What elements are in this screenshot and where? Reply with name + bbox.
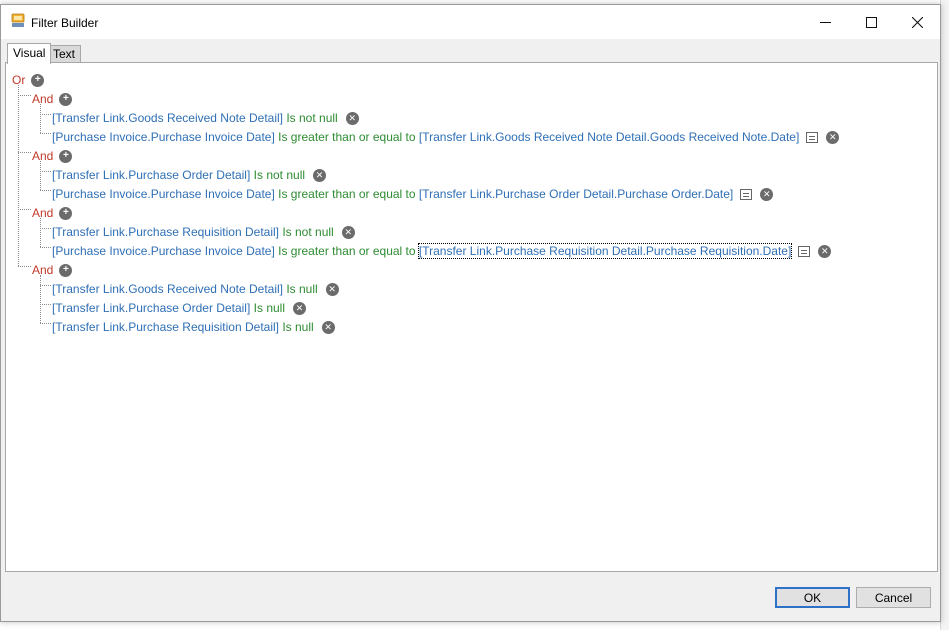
x-circle-icon[interactable]: ✕	[293, 301, 307, 315]
tree-line	[40, 304, 51, 305]
group-node: And +	[32, 205, 73, 221]
condition-operator[interactable]: Is null	[254, 301, 285, 315]
root-group-node: Or +	[12, 72, 45, 88]
group-operator-or[interactable]: Or	[12, 73, 25, 87]
close-icon	[911, 16, 923, 28]
value-editor-icon[interactable]	[740, 188, 753, 200]
plus-circle-icon[interactable]: +	[59, 92, 73, 106]
group-node: And +	[32, 91, 73, 107]
condition-node: [Transfer Link.Purchase Order Detail] Is…	[52, 300, 307, 316]
condition-operator[interactable]: Is greater than or equal to	[278, 130, 415, 144]
tree-line	[18, 85, 19, 266]
condition-node: [Transfer Link.Goods Received Note Detai…	[52, 281, 339, 297]
tree-line	[40, 218, 41, 247]
value-editor-icon[interactable]	[798, 245, 811, 257]
condition-field[interactable]: [Transfer Link.Goods Received Note Detai…	[52, 111, 283, 125]
x-circle-icon[interactable]: ✕	[826, 130, 840, 144]
condition-operator[interactable]: Is null	[282, 320, 313, 334]
condition-operator[interactable]: Is not null	[286, 111, 337, 125]
filter-builder-dialog: Filter Builder Visual Text Or + And + [T…	[0, 4, 941, 622]
title-bar: Filter Builder	[1, 5, 940, 39]
close-button[interactable]	[894, 5, 940, 39]
x-circle-icon[interactable]: ✕	[760, 187, 774, 201]
tree-line	[18, 266, 31, 267]
condition-field[interactable]: [Transfer Link.Purchase Order Detail]	[52, 168, 250, 182]
tree-line	[40, 114, 51, 115]
tree-line	[18, 95, 31, 96]
window-title: Filter Builder	[31, 16, 99, 30]
condition-operator[interactable]: Is greater than or equal to	[278, 187, 415, 201]
tree-line	[40, 161, 41, 190]
x-circle-icon[interactable]: ✕	[341, 225, 355, 239]
condition-operator[interactable]: Is null	[286, 282, 317, 296]
condition-operator[interactable]: Is not null	[254, 168, 305, 182]
tree-line	[40, 133, 51, 134]
value-editor-icon[interactable]	[806, 131, 819, 143]
condition-value[interactable]: [Transfer Link.Purchase Requisition Deta…	[417, 243, 793, 259]
condition-operator[interactable]: Is not null	[282, 225, 333, 239]
group-operator-and[interactable]: And	[32, 263, 53, 277]
condition-field[interactable]: [Transfer Link.Purchase Order Detail]	[52, 301, 250, 315]
tree-line	[40, 247, 51, 248]
condition-field[interactable]: [Transfer Link.Goods Received Note Detai…	[52, 282, 283, 296]
maximize-icon	[865, 16, 877, 28]
x-circle-icon[interactable]: ✕	[818, 244, 832, 258]
condition-node: [Purchase Invoice.Purchase Invoice Date]…	[52, 243, 832, 259]
cancel-button[interactable]: Cancel	[856, 587, 931, 608]
tree-line	[18, 152, 31, 153]
condition-operator[interactable]: Is greater than or equal to	[278, 244, 415, 258]
condition-field[interactable]: [Purchase Invoice.Purchase Invoice Date]	[52, 130, 275, 144]
condition-field[interactable]: [Purchase Invoice.Purchase Invoice Date]	[52, 187, 275, 201]
condition-value[interactable]: [Transfer Link.Purchase Order Detail.Pur…	[419, 187, 733, 201]
group-operator-and[interactable]: And	[32, 149, 53, 163]
condition-node: [Purchase Invoice.Purchase Invoice Date]…	[52, 129, 840, 145]
x-circle-icon[interactable]: ✕	[321, 320, 335, 334]
group-operator-and[interactable]: And	[32, 206, 53, 220]
filter-tree-panel: Or + And + [Transfer Link.Goods Received…	[5, 62, 938, 572]
tab-visual[interactable]: Visual	[7, 43, 52, 64]
condition-node: [Purchase Invoice.Purchase Invoice Date]…	[52, 186, 774, 202]
maximize-button[interactable]	[848, 5, 894, 39]
condition-field[interactable]: [Purchase Invoice.Purchase Invoice Date]	[52, 244, 275, 258]
tree-line	[40, 323, 51, 324]
plus-circle-icon[interactable]: +	[59, 263, 73, 277]
tree-line	[40, 275, 41, 323]
plus-circle-icon[interactable]: +	[59, 206, 73, 220]
tree-line	[40, 104, 41, 133]
x-circle-icon[interactable]: ✕	[345, 111, 359, 125]
background-app-edge	[940, 0, 949, 630]
app-icon	[11, 13, 25, 27]
group-node: And +	[32, 148, 73, 164]
minimize-icon	[819, 21, 831, 23]
condition-value[interactable]: [Transfer Link.Goods Received Note Detai…	[419, 130, 799, 144]
group-operator-and[interactable]: And	[32, 92, 53, 106]
tab-strip: Visual Text	[5, 39, 938, 64]
tree-line	[18, 209, 31, 210]
tree-line	[40, 190, 51, 191]
tree-line	[40, 228, 51, 229]
condition-field[interactable]: [Transfer Link.Purchase Requisition Deta…	[52, 225, 279, 239]
tab-text[interactable]: Text	[47, 45, 82, 63]
condition-node: [Transfer Link.Purchase Requisition Deta…	[52, 224, 355, 240]
plus-circle-icon[interactable]: +	[59, 149, 73, 163]
x-circle-icon[interactable]: ✕	[313, 168, 327, 182]
tree-line	[40, 171, 51, 172]
condition-node: [Transfer Link.Goods Received Note Detai…	[52, 110, 359, 126]
ok-button[interactable]: OK	[775, 587, 850, 608]
x-circle-icon[interactable]: ✕	[325, 282, 339, 296]
plus-circle-icon[interactable]: +	[31, 73, 45, 87]
group-node: And +	[32, 262, 73, 278]
condition-field[interactable]: [Transfer Link.Purchase Requisition Deta…	[52, 320, 279, 334]
minimize-button[interactable]	[802, 5, 848, 39]
condition-node: [Transfer Link.Purchase Order Detail] Is…	[52, 167, 327, 183]
tree-line	[40, 285, 51, 286]
condition-node: [Transfer Link.Purchase Requisition Deta…	[52, 319, 335, 335]
